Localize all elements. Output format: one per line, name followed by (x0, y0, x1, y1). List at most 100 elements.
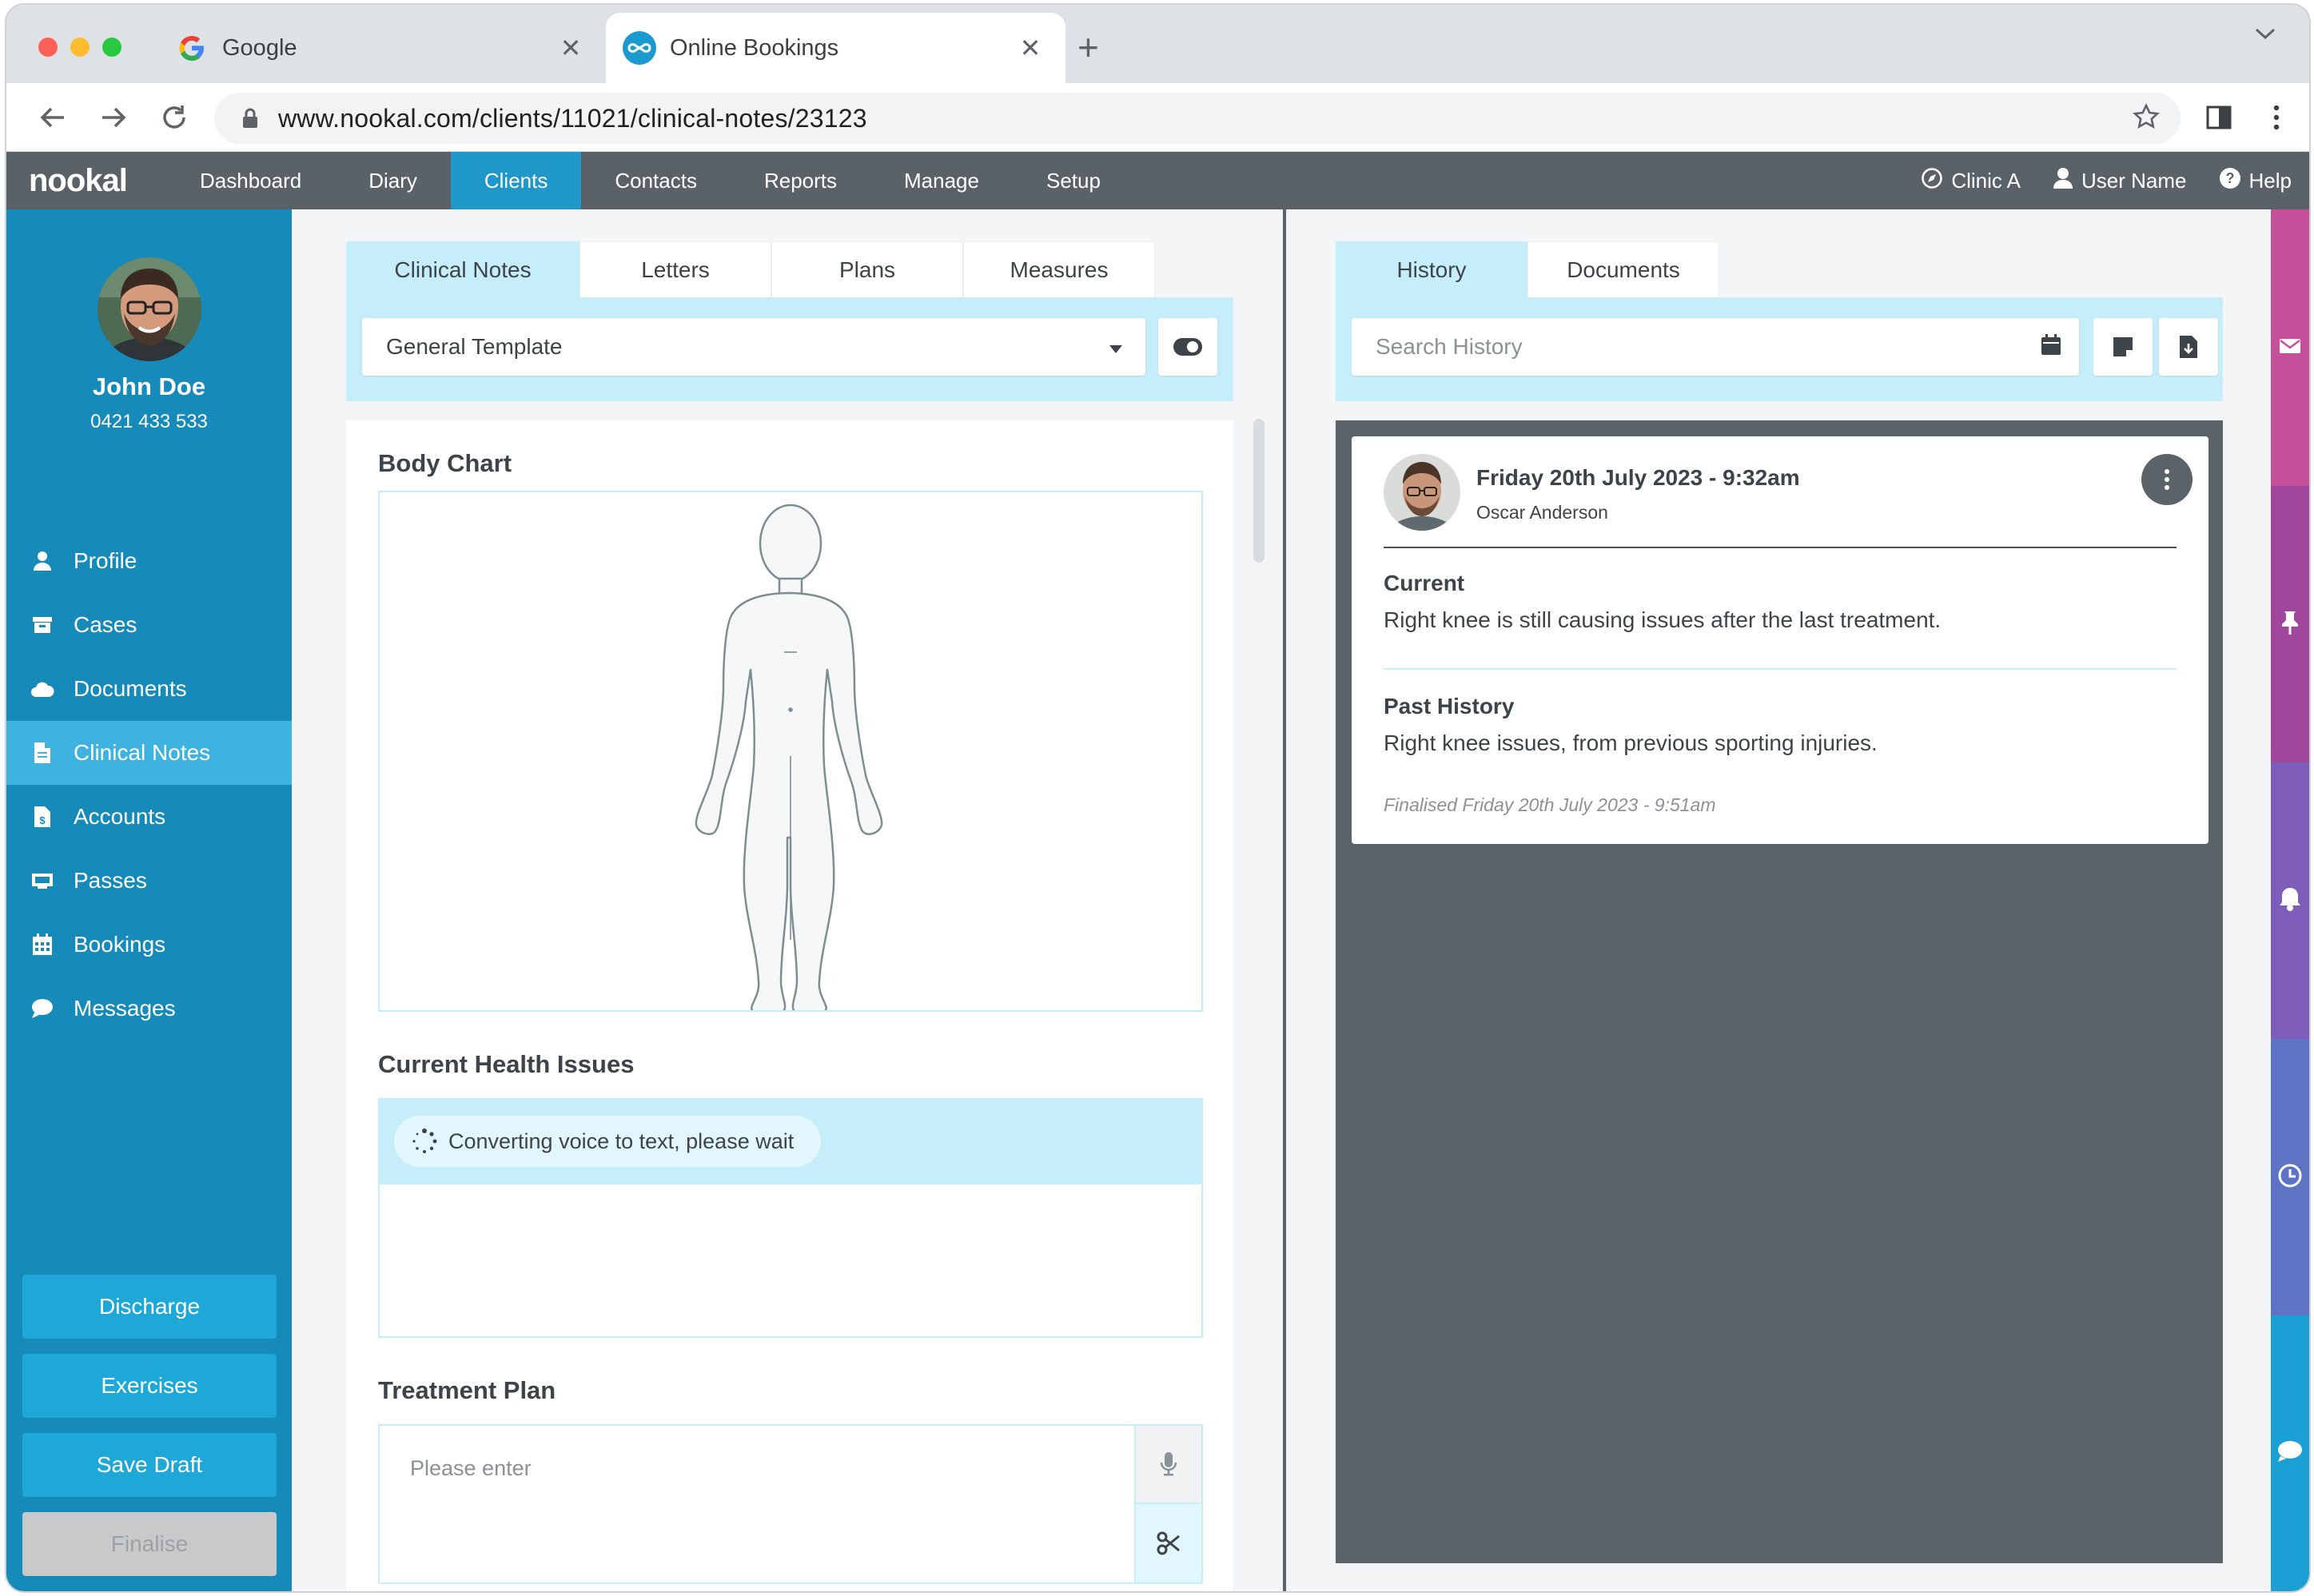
entry-section-divider (1384, 668, 2177, 670)
sticky-note-icon[interactable] (2093, 318, 2153, 376)
user-menu[interactable]: User Name (2053, 167, 2187, 195)
close-window-button[interactable] (38, 38, 58, 57)
bookmark-star-icon[interactable] (2133, 102, 2160, 134)
browser-menu-icon[interactable] (2260, 101, 2292, 133)
nav-contacts[interactable]: Contacts (581, 152, 731, 209)
rail-pinned[interactable] (2271, 486, 2309, 762)
lock-icon (238, 105, 262, 132)
tab-clinical-notes[interactable]: Clinical Notes (346, 241, 579, 297)
scissors-icon[interactable] (1136, 1504, 1201, 1582)
clinic-selector[interactable]: Clinic A (1921, 167, 2021, 195)
chat-icon (30, 997, 54, 1021)
navbar-right: Clinic A User Name ? Help (1921, 152, 2292, 209)
finalise-button[interactable]: Finalise (22, 1512, 277, 1576)
app-navbar: nookal Dashboard Diary Clients Contacts … (6, 152, 2309, 209)
sidebar-item-profile[interactable]: Profile (6, 529, 292, 593)
rail-chat[interactable] (2271, 1315, 2309, 1591)
browser-window: Google ✕ Online Bookings ✕ + www.nookal.… (6, 5, 2309, 1591)
current-label: Current (1384, 571, 1465, 595)
nookal-logo[interactable]: nookal (6, 152, 166, 209)
sidebar-item-cases[interactable]: Cases (6, 593, 292, 657)
url-text: www.nookal.com/clients/11021/clinical-no… (278, 103, 867, 133)
voice-status-band: Converting voice to text, please wait (380, 1100, 1201, 1184)
minimize-window-button[interactable] (70, 38, 90, 57)
treatment-plan-field[interactable]: Please enter (378, 1424, 1203, 1584)
sidebar-item-bookings[interactable]: Bookings (6, 913, 292, 977)
browser-toolbar: www.nookal.com/clients/11021/clinical-no… (6, 83, 2309, 152)
tab-history[interactable]: History (1336, 241, 1527, 297)
clinical-notes-panel: Clinical Notes Letters Plans Measures Ge… (292, 209, 1283, 1591)
save-draft-button[interactable]: Save Draft (22, 1433, 277, 1497)
sidebar-item-messages[interactable]: Messages (6, 977, 292, 1041)
file-download-icon[interactable] (2159, 318, 2218, 376)
microphone-icon[interactable] (1136, 1426, 1201, 1504)
nav-manage[interactable]: Manage (870, 152, 1013, 209)
svg-text:?: ? (2225, 170, 2234, 186)
author-avatar (1384, 454, 1460, 531)
close-tab-icon[interactable]: ✕ (1014, 32, 1046, 64)
google-g-icon (174, 30, 209, 66)
address-bar[interactable]: www.nookal.com/clients/11021/clinical-no… (214, 93, 2181, 144)
tab-plans[interactable]: Plans (771, 241, 963, 297)
sidebar-item-label: Clinical Notes (74, 740, 211, 765)
maximize-window-button[interactable] (102, 38, 121, 57)
sidebar-item-label: Passes (74, 868, 147, 893)
human-body-outline-icon (695, 503, 883, 1016)
reload-icon[interactable] (157, 100, 192, 135)
close-tab-icon[interactable]: ✕ (555, 32, 587, 64)
more-vertical-icon[interactable] (2141, 454, 2193, 505)
chevron-down-icon[interactable] (2253, 26, 2277, 46)
help-label: Help (2248, 168, 2292, 193)
new-tab-button[interactable]: + (1077, 29, 1099, 66)
nav-diary[interactable]: Diary (335, 152, 451, 209)
calendar-icon[interactable] (2041, 333, 2061, 361)
sidebar-item-documents[interactable]: Documents (6, 657, 292, 721)
body-chart[interactable] (378, 491, 1203, 1016)
rail-history[interactable] (2271, 1039, 2309, 1315)
history-toolbar: Search History (1336, 297, 2223, 401)
browser-tab-google[interactable]: Google ✕ (158, 13, 606, 83)
envelope-icon (2279, 338, 2301, 358)
sidebar-item-accounts[interactable]: $ Accounts (6, 785, 292, 849)
sidebar-item-label: Messages (74, 996, 176, 1021)
help-link[interactable]: ? Help (2219, 167, 2292, 195)
archive-icon (30, 613, 54, 637)
past-history-text: Right knee issues, from previous sportin… (1384, 730, 1878, 755)
sidebar-item-clinical-notes[interactable]: Clinical Notes (6, 721, 292, 785)
tab-documents[interactable]: Documents (1527, 241, 1719, 297)
forward-arrow-icon[interactable] (96, 100, 131, 135)
browser-tab-online-bookings[interactable]: Online Bookings ✕ (606, 13, 1065, 83)
rail-messages[interactable] (2271, 209, 2309, 486)
exercises-button[interactable]: Exercises (22, 1354, 277, 1418)
template-select[interactable]: General Template (362, 318, 1145, 376)
nav-setup[interactable]: Setup (1013, 152, 1134, 209)
entry-header-divider (1384, 547, 2177, 548)
history-entry[interactable]: Friday 20th July 2023 - 9:32am Oscar And… (1352, 436, 2208, 844)
back-arrow-icon[interactable] (35, 100, 70, 135)
infinity-logo-icon (622, 30, 657, 66)
entry-author: Oscar Anderson (1476, 502, 1608, 523)
history-tabs: History Documents (1336, 241, 1719, 297)
clock-icon (2277, 1163, 2303, 1192)
calendar-icon (30, 933, 54, 957)
sidebar-item-passes[interactable]: Passes (6, 849, 292, 913)
svg-text:$: $ (39, 814, 46, 826)
nav-reports[interactable]: Reports (731, 152, 870, 209)
tab-letters[interactable]: Letters (579, 241, 771, 297)
notes-scrollbar[interactable] (1253, 419, 1265, 563)
nav-clients[interactable]: Clients (450, 152, 582, 209)
rail-notifications[interactable] (2271, 762, 2309, 1039)
sidebar-item-label: Bookings (74, 932, 166, 957)
search-history-input[interactable]: Search History (1352, 318, 2079, 376)
discharge-button[interactable]: Discharge (22, 1275, 277, 1339)
bell-icon (2279, 886, 2301, 916)
current-health-issues-field[interactable]: Converting voice to text, please wait (378, 1098, 1203, 1338)
client-avatar (98, 257, 201, 361)
tab-measures[interactable]: Measures (963, 241, 1155, 297)
client-name: John Doe (92, 372, 206, 400)
side-panel-icon[interactable] (2203, 101, 2235, 133)
nav-dashboard[interactable]: Dashboard (166, 152, 335, 209)
body-chart-title: Body Chart (378, 449, 512, 477)
toggle-switch-icon[interactable] (1158, 318, 1217, 376)
tab-title: Google (222, 34, 297, 61)
